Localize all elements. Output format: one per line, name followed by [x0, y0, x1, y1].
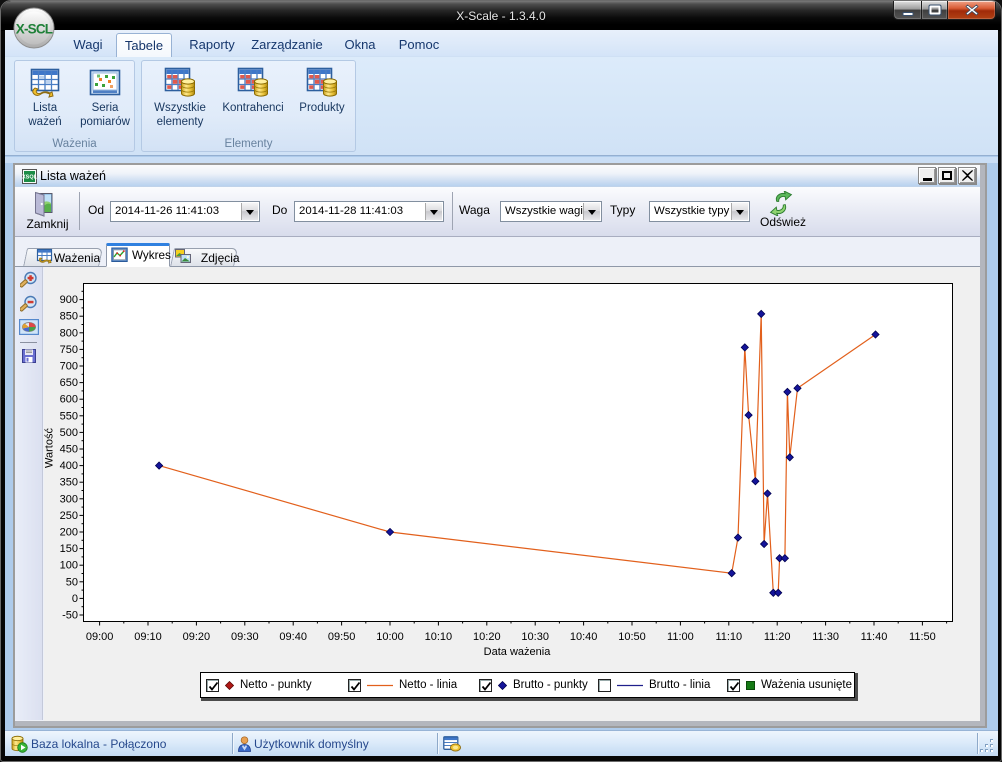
svg-text:10:00: 10:00 — [376, 631, 404, 643]
svg-text:500: 500 — [60, 427, 78, 439]
svg-text:09:40: 09:40 — [279, 631, 307, 643]
svg-text:XSQL: XSQL — [22, 175, 37, 181]
svg-text:11:20: 11:20 — [764, 631, 791, 643]
svg-text:X-SCL: X-SCL — [16, 22, 53, 37]
svg-text:09:20: 09:20 — [183, 631, 211, 643]
svg-text:09:10: 09:10 — [134, 631, 162, 643]
svg-text:09:00: 09:00 — [86, 631, 114, 643]
svg-text:450: 450 — [60, 444, 78, 456]
svg-text:10:10: 10:10 — [425, 631, 453, 643]
svg-text:250: 250 — [60, 510, 78, 522]
svg-text:100: 100 — [60, 560, 78, 572]
svg-text:0: 0 — [72, 593, 78, 605]
svg-text:11:10: 11:10 — [715, 631, 742, 643]
svg-text:11:40: 11:40 — [861, 631, 888, 643]
svg-text:550: 550 — [60, 410, 78, 422]
svg-text:09:50: 09:50 — [328, 631, 356, 643]
svg-text:11:30: 11:30 — [812, 631, 839, 643]
svg-text:Data ważenia: Data ważenia — [484, 646, 552, 658]
svg-text:11:00: 11:00 — [667, 631, 694, 643]
svg-text:09:30: 09:30 — [231, 631, 259, 643]
svg-text:11:50: 11:50 — [909, 631, 936, 643]
svg-text:200: 200 — [60, 527, 78, 539]
svg-text:350: 350 — [60, 477, 78, 489]
svg-text:750: 750 — [60, 344, 78, 356]
svg-text:10:40: 10:40 — [570, 631, 598, 643]
svg-text:400: 400 — [60, 460, 78, 472]
svg-text:900: 900 — [60, 294, 78, 306]
svg-text:10:30: 10:30 — [521, 631, 549, 643]
svg-text:50: 50 — [66, 576, 78, 588]
svg-text:10:50: 10:50 — [618, 631, 646, 643]
svg-text:600: 600 — [60, 394, 78, 406]
svg-text:Wartość: Wartość — [44, 428, 56, 468]
svg-text:700: 700 — [60, 361, 78, 373]
svg-text:10:20: 10:20 — [473, 631, 501, 643]
svg-text:650: 650 — [60, 377, 78, 389]
svg-text:850: 850 — [60, 311, 78, 323]
svg-text:150: 150 — [60, 543, 78, 555]
svg-text:800: 800 — [60, 327, 78, 339]
svg-text:300: 300 — [60, 493, 78, 505]
svg-text:-50: -50 — [62, 610, 78, 622]
